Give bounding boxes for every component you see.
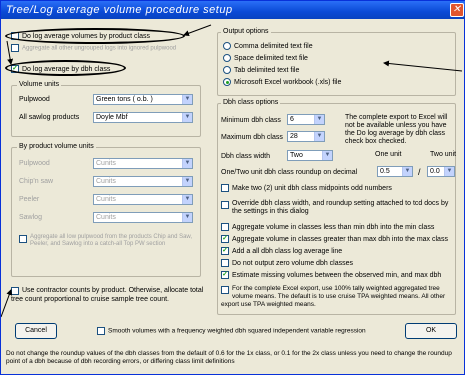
arrow-to-output-options	[383, 60, 463, 72]
arrow-to-contractor-counts	[1, 289, 13, 318]
arrow-to-dbh-class	[6, 40, 14, 65]
dialog-window: Tree/Log average volume procedure setup …	[0, 0, 465, 375]
arrow-to-product-class	[183, 24, 212, 37]
annotation-arrows	[1, 24, 463, 318]
